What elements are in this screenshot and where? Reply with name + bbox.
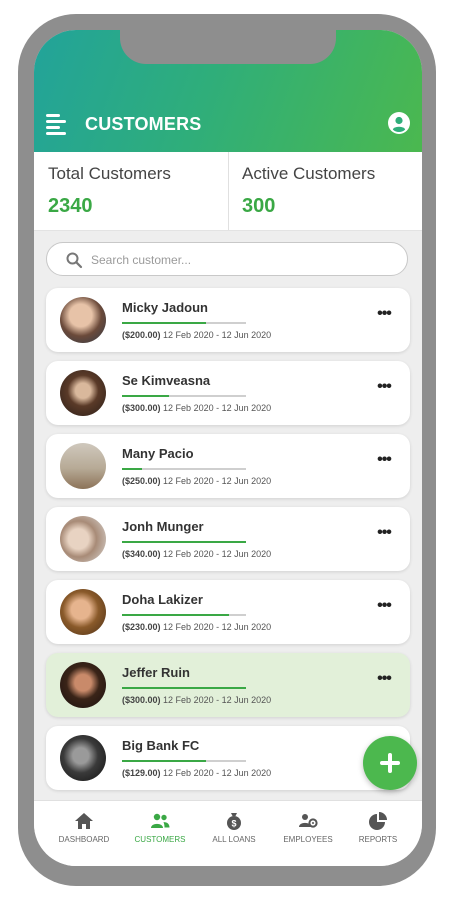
loan-progress-bar xyxy=(122,322,246,324)
search-bar xyxy=(46,242,408,276)
loan-dates: 12 Feb 2020 - 12 Jun 2020 xyxy=(163,622,272,632)
loan-progress-bar xyxy=(122,395,246,397)
nav-label: CUSTOMERS xyxy=(134,835,186,844)
more-options-icon[interactable]: ••• xyxy=(372,379,396,401)
phone-notch xyxy=(120,30,336,64)
search-input[interactable] xyxy=(89,249,393,271)
loan-progress-fill xyxy=(122,468,142,470)
nav-reports[interactable]: REPORTS xyxy=(340,809,416,857)
loan-amount: ($340.00) xyxy=(122,549,161,559)
loan-dates: 12 Feb 2020 - 12 Jun 2020 xyxy=(163,768,272,778)
loan-progress-fill xyxy=(122,760,207,762)
pie-chart-icon xyxy=(369,812,387,830)
loan-details: ($250.00) 12 Feb 2020 - 12 Jun 2020 xyxy=(122,476,271,486)
loan-dates: 12 Feb 2020 - 12 Jun 2020 xyxy=(163,695,272,705)
customer-name: Micky Jadoun xyxy=(122,300,208,315)
avatar xyxy=(60,443,106,489)
loan-progress-fill xyxy=(122,322,207,324)
stats-panel: Total Customers 2340 Active Customers 30… xyxy=(34,152,422,231)
nav-employees[interactable]: EMPLOYEES xyxy=(270,809,346,857)
active-customers-value: 300 xyxy=(242,195,276,217)
customer-name: Doha Lakizer xyxy=(122,592,203,607)
nav-label: EMPLOYEES xyxy=(283,835,333,844)
menu-icon[interactable] xyxy=(46,112,68,135)
loan-progress-bar xyxy=(122,614,246,616)
avatar xyxy=(60,370,106,416)
customer-name: Jonh Munger xyxy=(122,519,204,534)
avatar xyxy=(60,297,106,343)
total-customers-label: Total Customers xyxy=(48,164,171,183)
profile-icon[interactable] xyxy=(388,112,410,134)
home-icon xyxy=(75,813,93,829)
loan-dates: 12 Feb 2020 - 12 Jun 2020 xyxy=(163,476,272,486)
nav-label: REPORTS xyxy=(358,835,398,844)
customer-name: Se Kimveasna xyxy=(122,373,211,388)
bottom-navigation: DASHBOARD CUSTOMERS $ ALL LOANS EMPLOYEE… xyxy=(34,800,422,866)
users-icon xyxy=(151,813,170,828)
loan-amount: ($300.00) xyxy=(122,403,161,413)
customer-card[interactable]: Big Bank FC ($129.00) 12 Feb 2020 - 12 J… xyxy=(46,726,410,790)
avatar xyxy=(60,516,106,562)
loan-progress-bar xyxy=(122,760,246,762)
loan-progress-fill xyxy=(122,395,170,397)
more-options-icon[interactable]: ••• xyxy=(372,598,396,620)
money-bag-icon: $ xyxy=(227,813,241,830)
customer-card[interactable]: Doha Lakizer ($230.00) 12 Feb 2020 - 12 … xyxy=(46,580,410,644)
loan-progress-bar xyxy=(122,468,246,470)
total-customers-value: 2340 xyxy=(48,195,93,217)
loan-progress-fill xyxy=(122,541,246,543)
loan-amount: ($250.00) xyxy=(122,476,161,486)
customer-card[interactable]: Jonh Munger ($340.00) 12 Feb 2020 - 12 J… xyxy=(46,507,410,571)
loan-dates: 12 Feb 2020 - 12 Jun 2020 xyxy=(163,330,272,340)
nav-label: DASHBOARD xyxy=(58,835,110,844)
customer-card[interactable]: Se Kimveasna ($300.00) 12 Feb 2020 - 12 … xyxy=(46,361,410,425)
loan-amount: ($300.00) xyxy=(122,695,161,705)
customer-name: Jeffer Ruin xyxy=(122,665,190,680)
app-screen: CUSTOMERS Total Customers 2340 Active Cu… xyxy=(34,30,422,866)
nav-customers[interactable]: CUSTOMERS xyxy=(122,809,198,857)
svg-text:$: $ xyxy=(231,819,236,829)
search-icon xyxy=(66,252,83,269)
customer-name: Big Bank FC xyxy=(122,738,200,753)
more-options-icon[interactable]: ••• xyxy=(372,306,396,328)
loan-dates: 12 Feb 2020 - 12 Jun 2020 xyxy=(163,403,272,413)
more-options-icon[interactable]: ••• xyxy=(372,452,396,474)
page-title: CUSTOMERS xyxy=(85,114,202,134)
nav-all-loans[interactable]: $ ALL LOANS xyxy=(196,809,272,857)
employees-icon xyxy=(299,814,318,828)
customer-card[interactable]: Micky Jadoun ($200.00) 12 Feb 2020 - 12 … xyxy=(46,288,410,352)
loan-details: ($340.00) 12 Feb 2020 - 12 Jun 2020 xyxy=(122,549,271,559)
loan-progress-bar xyxy=(122,541,246,543)
avatar xyxy=(60,735,106,781)
loan-amount: ($200.00) xyxy=(122,330,161,340)
more-options-icon[interactable]: ••• xyxy=(372,525,396,547)
loan-details: ($129.00) 12 Feb 2020 - 12 Jun 2020 xyxy=(122,768,271,778)
active-customers-label: Active Customers xyxy=(242,164,376,183)
loan-amount: ($129.00) xyxy=(122,768,161,778)
total-customers-stat: Total Customers 2340 xyxy=(34,152,229,230)
loan-amount: ($230.00) xyxy=(122,622,161,632)
loan-details: ($200.00) 12 Feb 2020 - 12 Jun 2020 xyxy=(122,330,271,340)
loan-dates: 12 Feb 2020 - 12 Jun 2020 xyxy=(163,549,272,559)
avatar xyxy=(60,589,106,635)
loan-details: ($300.00) 12 Feb 2020 - 12 Jun 2020 xyxy=(122,403,271,413)
more-options-icon[interactable]: ••• xyxy=(372,671,396,693)
loan-details: ($300.00) 12 Feb 2020 - 12 Jun 2020 xyxy=(122,695,271,705)
customer-card-selected[interactable]: Jeffer Ruin ($300.00) 12 Feb 2020 - 12 J… xyxy=(46,653,410,717)
loan-progress-fill xyxy=(122,687,246,689)
customer-card[interactable]: Many Pacio ($250.00) 12 Feb 2020 - 12 Ju… xyxy=(46,434,410,498)
loan-progress-fill xyxy=(122,614,229,616)
nav-label: ALL LOANS xyxy=(212,835,256,844)
loan-details: ($230.00) 12 Feb 2020 - 12 Jun 2020 xyxy=(122,622,271,632)
add-customer-button[interactable] xyxy=(363,736,417,790)
avatar xyxy=(60,662,106,708)
active-customers-stat: Active Customers 300 xyxy=(229,152,422,230)
nav-dashboard[interactable]: DASHBOARD xyxy=(46,809,122,857)
customer-name: Many Pacio xyxy=(122,446,194,461)
loan-progress-bar xyxy=(122,687,246,689)
